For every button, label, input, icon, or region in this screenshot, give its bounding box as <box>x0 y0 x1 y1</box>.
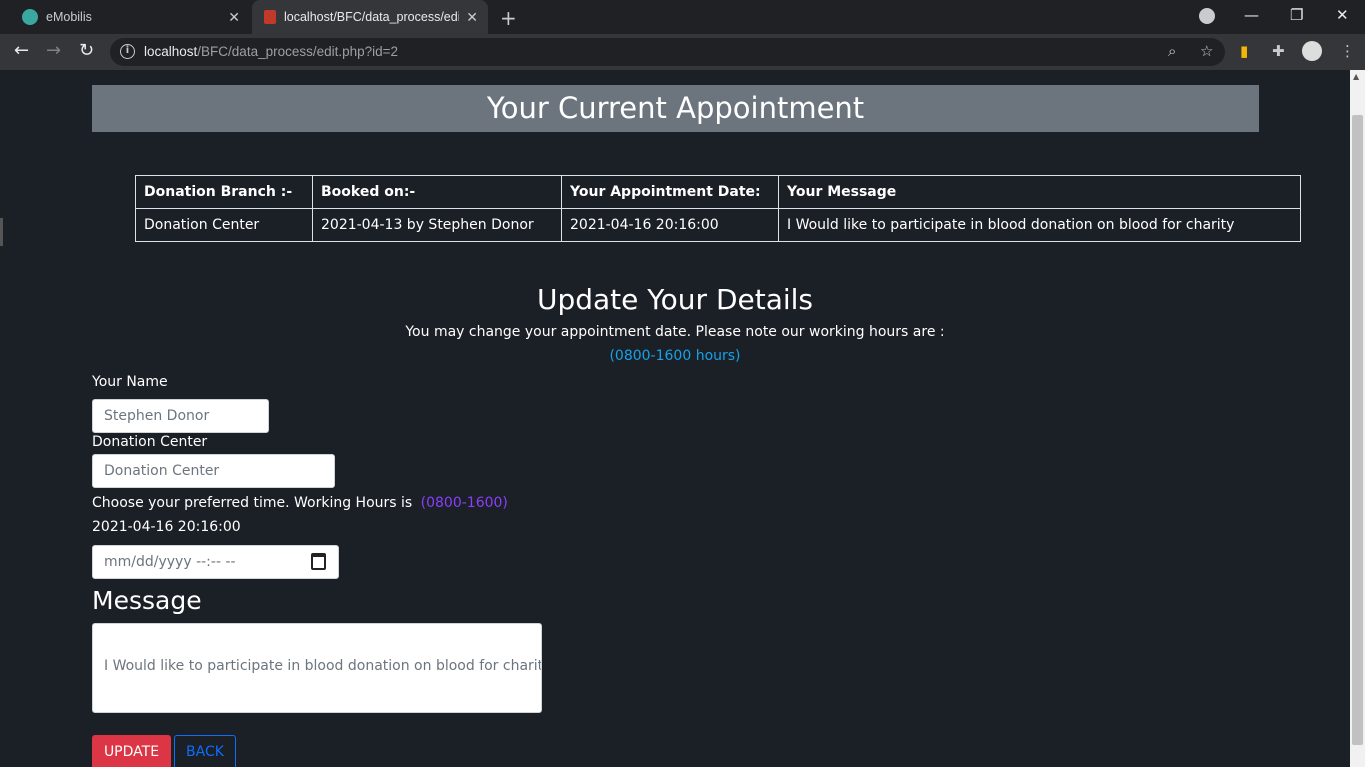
calendar-icon[interactable] <box>311 553 326 570</box>
page-favicon-icon <box>264 10 276 24</box>
table-cell: 2021-04-13 by Stephen Donor <box>312 208 562 242</box>
page-scrollbar[interactable]: ▲ <box>1350 70 1365 767</box>
tab-title: eMobilis <box>46 10 92 24</box>
working-hours-value: (0800-1600 hours) <box>609 348 741 364</box>
message-textarea[interactable]: I Would like to participate in blood don… <box>92 623 542 713</box>
preferred-time-label: Choose your preferred time. Working Hour… <box>92 495 508 511</box>
tab-title: localhost/BFC/data_process/edit. <box>284 10 459 24</box>
reload-icon[interactable]: ↻ <box>79 40 94 61</box>
donation-center-input[interactable]: Donation Center <box>92 454 335 488</box>
side-marker <box>0 218 3 246</box>
info-icon[interactable]: i <box>120 44 135 59</box>
address-bar[interactable]: i localhost/BFC/data_process/edit.php?id… <box>110 38 1225 66</box>
datetime-placeholder: mm/dd/yyyy --:-- -- <box>104 554 236 570</box>
minimize-icon[interactable]: — <box>1244 6 1259 24</box>
close-tab-icon[interactable]: ✕ <box>466 9 478 26</box>
table-header: Donation Branch :- <box>135 175 313 209</box>
extension-chart-icon[interactable]: ▮ <box>1240 42 1248 60</box>
appointment-table: Donation Branch :- Booked on:- Your Appo… <box>135 175 1301 242</box>
preferred-time-hours: (0800-1600) <box>420 495 508 511</box>
back-button[interactable]: BACK <box>174 735 236 767</box>
working-hours-note: You may change your appointment date. Pl… <box>405 324 945 340</box>
zoom-icon[interactable]: ⌕ <box>1168 42 1176 60</box>
table-cell: 2021-04-16 20:16:00 <box>561 208 779 242</box>
bookmark-star-icon[interactable]: ☆ <box>1200 42 1213 60</box>
update-details-heading: Update Your Details <box>536 283 814 316</box>
scroll-up-arrow-icon[interactable]: ▲ <box>1353 72 1359 81</box>
table-cell: I Would like to participate in blood don… <box>778 208 1301 242</box>
table-header-row: Donation Branch :- Booked on:- Your Appo… <box>135 175 1301 209</box>
message-heading: Message <box>92 586 202 615</box>
tab-edit-page[interactable]: localhost/BFC/data_process/edit. ✕ <box>252 0 488 34</box>
table-cell: Donation Center <box>135 208 313 242</box>
table-header: Booked on:- <box>312 175 562 209</box>
name-label: Your Name <box>92 374 168 390</box>
close-window-icon[interactable]: ✕ <box>1336 6 1349 24</box>
tab-search-icon[interactable] <box>1199 8 1215 24</box>
back-arrow-icon[interactable]: ← <box>14 40 29 61</box>
table-header: Your Appointment Date: <box>561 175 779 209</box>
url-text: localhost/BFC/data_process/edit.php?id=2 <box>144 44 399 59</box>
update-button[interactable]: UPDATE <box>92 735 171 767</box>
name-input[interactable]: Stephen Donor <box>92 399 269 433</box>
extensions-puzzle-icon[interactable]: ✚ <box>1272 42 1285 60</box>
tab-emobilis[interactable]: eMobilis ✕ <box>10 0 250 34</box>
current-appointment-time: 2021-04-16 20:16:00 <box>92 519 241 535</box>
browser-tab-strip: eMobilis ✕ localhost/BFC/data_process/ed… <box>0 0 1365 34</box>
forward-arrow-icon[interactable]: → <box>46 40 61 61</box>
profile-avatar[interactable] <box>1302 41 1322 61</box>
restore-icon[interactable]: ❐ <box>1290 6 1303 24</box>
datetime-input[interactable]: mm/dd/yyyy --:-- -- <box>92 545 339 579</box>
browser-toolbar: ← → ↻ i localhost/BFC/data_process/edit.… <box>0 34 1365 70</box>
menu-kebab-icon[interactable]: ⋮ <box>1340 42 1355 60</box>
scrollbar-thumb[interactable] <box>1352 115 1363 745</box>
table-header: Your Message <box>778 175 1301 209</box>
preferred-time-text: Choose your preferred time. Working Hour… <box>92 495 413 511</box>
page-banner-title: Your Current Appointment <box>92 85 1259 132</box>
table-row: Donation Center 2021-04-13 by Stephen Do… <box>135 208 1301 242</box>
close-tab-icon[interactable]: ✕ <box>228 9 240 26</box>
new-tab-icon[interactable]: + <box>500 6 517 30</box>
donation-center-label: Donation Center <box>92 434 208 450</box>
emobilis-favicon-icon <box>22 9 38 25</box>
